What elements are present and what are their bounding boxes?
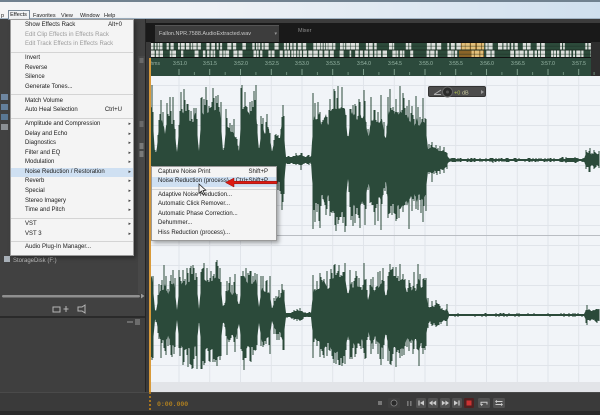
svg-text:dB: dB — [462, 91, 469, 97]
svg-text:StorageDisk (F:): StorageDisk (F:) — [13, 258, 57, 264]
svg-text:+0: +0 — [454, 91, 460, 97]
